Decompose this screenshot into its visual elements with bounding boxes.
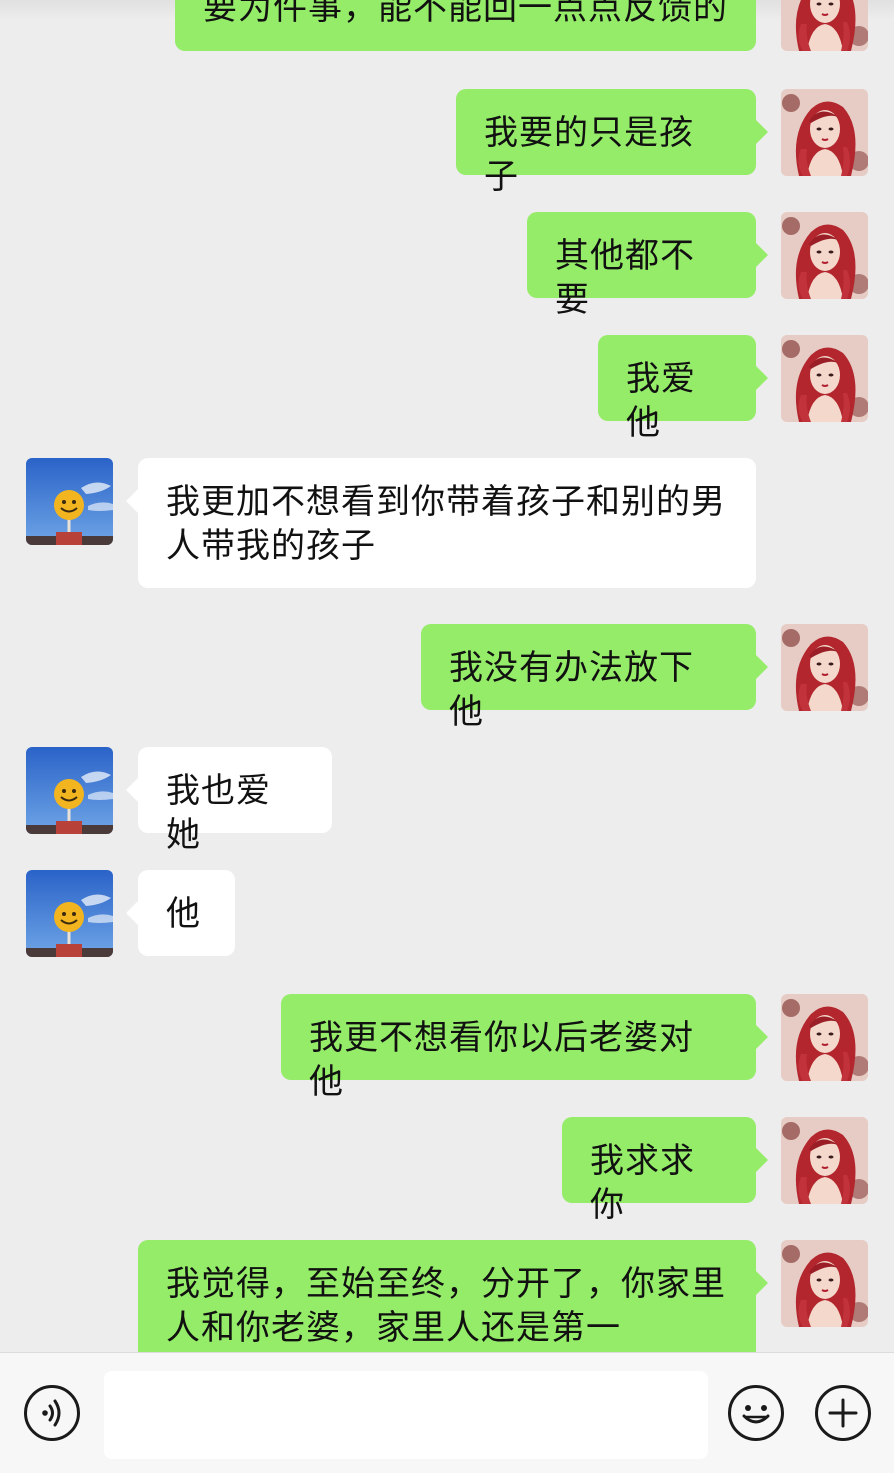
chat-input-bar [0,1352,894,1473]
message-bubble[interactable]: 我也爱她 [126,747,332,855]
my-avatar[interactable] [781,624,868,711]
my-avatar[interactable] [781,994,868,1081]
message-input[interactable] [104,1371,708,1459]
message-bubble[interactable]: 他 [126,870,235,956]
emoji-button[interactable] [728,1385,784,1441]
my-avatar[interactable] [781,1240,868,1327]
my-avatar[interactable] [781,1117,868,1204]
contact-avatar[interactable] [26,870,113,957]
contact-avatar[interactable] [26,458,113,545]
message-bubble[interactable]: 要为件事，能不能回一点点反馈的 [175,0,756,51]
message-bubble[interactable]: 我更加不想看到你带着孩子和别的男人带我的孩子 [126,458,756,588]
message-bubble[interactable]: 我觉得，至始至终，分开了，你家里人和你老婆，家里人还是第一 [138,1240,768,1352]
my-avatar[interactable] [781,0,868,51]
my-avatar[interactable] [781,212,868,299]
more-button[interactable] [815,1385,871,1441]
message-bubble[interactable]: 我求求你 [562,1117,768,1225]
voice-icon [42,1399,61,1427]
message-bubble[interactable]: 其他都不要 [527,212,768,320]
contact-avatar[interactable] [26,747,113,834]
voice-button[interactable] [24,1385,80,1441]
my-avatar[interactable] [781,89,868,176]
chat-message-list[interactable]: 要为件事，能不能回一点点反馈的 我要的只是孩子 其他都不要 我爱他 我更加不想看… [0,0,894,1352]
emoji-icon [742,1405,770,1424]
message-bubble[interactable]: 我爱他 [598,335,768,443]
message-bubble[interactable]: 我更不想看你以后老婆对他 [281,994,768,1102]
message-bubble[interactable]: 我没有办法放下他 [421,624,768,732]
my-avatar[interactable] [781,335,868,422]
message-bubble[interactable]: 我要的只是孩子 [456,89,768,197]
plus-icon [828,1398,858,1428]
